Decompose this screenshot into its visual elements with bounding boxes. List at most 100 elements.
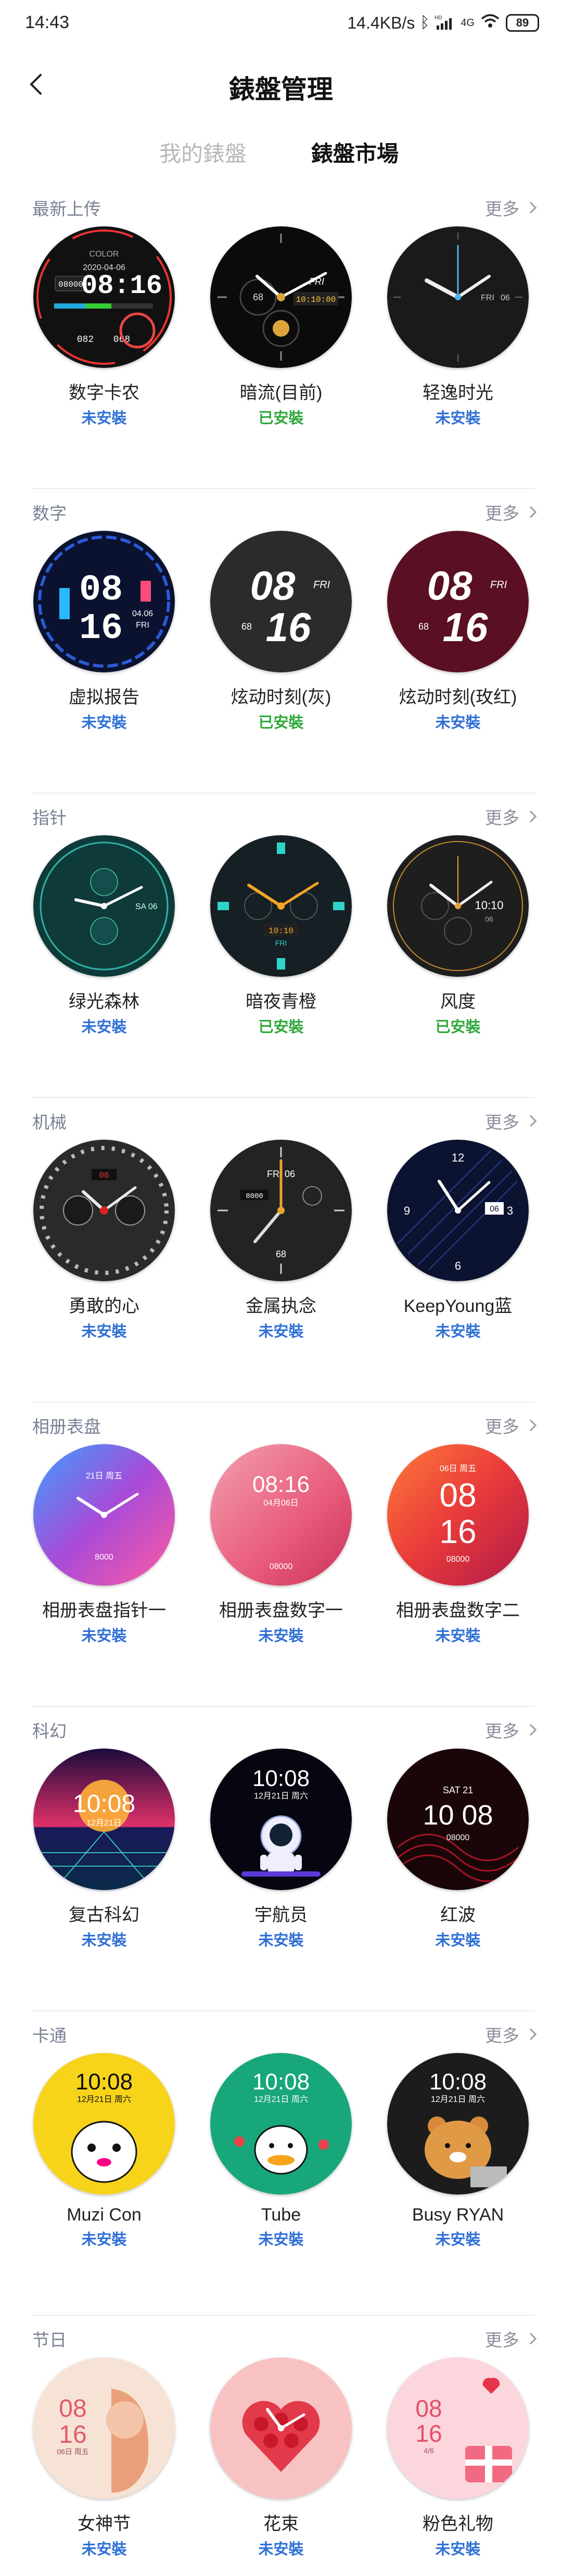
section-title: 科幻 [32, 1721, 67, 1741]
watchface-preview [210, 2357, 352, 2499]
svg-text:68: 68 [241, 621, 252, 632]
watchface-card[interactable]: 06日 周五 08 16 08000 相册表盘数字二 未安裝 [380, 1444, 536, 1646]
divider [32, 2010, 535, 2011]
watchface-card[interactable]: 68 FRI 10:10:00 暗流(目前) 已安裝 [203, 226, 359, 428]
tab-face-market[interactable]: 錶盤市場 [311, 136, 399, 168]
watchface-name: 暗流(目前) [239, 383, 323, 403]
watchface-card[interactable]: FRI 06 轻逸时光 未安裝 [380, 226, 536, 428]
section-photo: 相册表盘 更多 21日 周五 8000 相册表盘指针一 未安裝 08:16 04… [0, 1408, 562, 1707]
more-label: 更多 [485, 504, 519, 523]
bluetooth-icon: ᛒ [420, 14, 430, 31]
watchface-preview: 06 [33, 1140, 175, 1281]
watchface-name: KeepYoung蓝 [403, 1296, 513, 1316]
watchface-name: 数字卡农 [69, 383, 139, 403]
svg-text:10:10: 10:10 [269, 926, 293, 936]
more-link[interactable]: 更多 [485, 1413, 537, 1438]
watchface-name: 风度 [440, 992, 476, 1012]
install-status: 未安裝 [81, 1628, 127, 1644]
watchface-card[interactable]: 08 16 4/6 粉色礼物 未安裝 [380, 2357, 536, 2559]
watchface-preview: 08 16 FRI 68 [387, 531, 529, 672]
watchface-card[interactable]: 10:08 12月21日 周六 Tube 未安裝 [203, 2053, 359, 2249]
wifi-icon [480, 12, 501, 33]
watchface-card[interactable]: 21日 周五 8000 相册表盘指针一 未安裝 [26, 1444, 182, 1646]
network-speed: 14.4KB/s [347, 13, 415, 32]
more-label: 更多 [485, 1113, 519, 1132]
install-status: 未安裝 [258, 1628, 304, 1644]
section-title: 数字 [32, 504, 67, 523]
watchface-name: 金属执念 [246, 1296, 316, 1316]
watchface-preview: 21日 周五 8000 [33, 1444, 175, 1586]
watchface-name: 相册表盘数字一 [219, 1601, 343, 1621]
watchface-card[interactable]: 10:10 06 风度 已安裝 [380, 835, 536, 1037]
watchface-card[interactable]: 08 16 04.06 FRI 虚拟报告 未安裝 [26, 531, 182, 732]
svg-text:FRI: FRI [481, 294, 494, 302]
watchface-preview: SAT 21 10 08 08000 [387, 1749, 529, 1890]
watchface-card[interactable]: 10:10 FRI 暗夜青橙 已安裝 [203, 835, 359, 1037]
svg-text:12月21日 周六: 12月21日 周六 [254, 1791, 308, 1801]
watchface-preview: 08 16 06日 周五 [33, 2357, 175, 2499]
watchface-card[interactable]: SAT 21 10 08 08000 红波 未安裝 [380, 1749, 536, 1950]
section-title: 相册表盘 [32, 1417, 101, 1436]
watchface-card[interactable]: 08 16 FRI 68 炫动时刻(灰) 已安裝 [203, 531, 359, 732]
tab-my-faces[interactable]: 我的錶盤 [159, 136, 247, 168]
more-link[interactable]: 更多 [485, 1108, 537, 1133]
divider [32, 2315, 535, 2316]
svg-text:10:08: 10:08 [75, 2069, 133, 2095]
watchface-name: 花束 [263, 2514, 299, 2534]
svg-text:16: 16 [266, 604, 311, 650]
watchface-card[interactable]: COLOR 2020-04-06 08000 08:16 082 068 数字卡… [26, 226, 182, 428]
watchface-card[interactable]: 08 16 06日 周五 女神节 未安裝 [26, 2357, 182, 2559]
more-label: 更多 [485, 808, 519, 827]
status-bar: 14:43 14.4KB/s ᛒ HD 4G 89 [0, 0, 562, 46]
watchface-card[interactable]: FRI 06 8000 68 金属执念 未安裝 [203, 1140, 359, 1341]
section-mechanical: 机械 更多 06 勇敢的心 未安裝 FRI 06 8000 68 金属执念 未安… [0, 1103, 562, 1402]
divider [32, 1401, 535, 1402]
watchface-preview: 10:08 12月21日 [33, 1749, 175, 1890]
svg-text:SAT 21: SAT 21 [443, 1785, 473, 1795]
svg-text:16: 16 [415, 2420, 442, 2447]
chevron-right-icon [525, 1724, 537, 1736]
svg-text:08000: 08000 [58, 280, 83, 289]
more-link[interactable]: 更多 [485, 500, 537, 525]
svg-text:06: 06 [485, 915, 493, 923]
install-status: 未安裝 [435, 1323, 481, 1340]
watchface-card[interactable]: 花束 未安裝 [203, 2357, 359, 2559]
install-status: 未安裝 [81, 2541, 127, 2558]
install-status: 未安裝 [258, 2541, 304, 2558]
watchface-card[interactable]: 06 勇敢的心 未安裝 [26, 1140, 182, 1341]
watchface-card[interactable]: 10:08 12月21日 复古科幻 未安裝 [26, 1749, 182, 1950]
install-status: 未安裝 [258, 1932, 304, 1949]
svg-text:68: 68 [253, 292, 263, 302]
watchface-name: 粉色礼物 [423, 2514, 493, 2534]
svg-text:HD: HD [435, 15, 442, 21]
svg-text:06日 周五: 06日 周五 [440, 1464, 476, 1473]
svg-text:08:16: 08:16 [252, 1472, 310, 1497]
watchface-card[interactable]: 10:08 12月21日 周六 宇航员 未安裝 [203, 1749, 359, 1950]
svg-text:10:10:00: 10:10:00 [296, 295, 336, 304]
status-icons: 14.4KB/s ᛒ HD 4G 89 [347, 12, 539, 33]
watchface-card[interactable]: 10:08 12月21日 周六 Muzi Con 未安裝 [26, 2053, 182, 2249]
svg-text:08000: 08000 [270, 1562, 293, 1571]
svg-text:9: 9 [404, 1204, 410, 1217]
watchface-preview: 10:08 12月21日 周六 [387, 2053, 529, 2195]
install-status: 未安裝 [435, 1628, 481, 1644]
more-link[interactable]: 更多 [485, 195, 537, 220]
more-link[interactable]: 更多 [485, 2022, 537, 2047]
more-link[interactable]: 更多 [485, 2326, 537, 2351]
more-link[interactable]: 更多 [485, 1717, 537, 1742]
watchface-card[interactable]: 08:16 04月06日 08000 相册表盘数字一 未安裝 [203, 1444, 359, 1646]
section-title: 节日 [32, 2330, 67, 2350]
svg-text:12月21日 周六: 12月21日 周六 [254, 2095, 308, 2104]
svg-text:FRI: FRI [275, 939, 287, 947]
watchface-preview: 10:08 12月21日 周六 [210, 2053, 352, 2195]
chevron-right-icon [525, 201, 537, 214]
more-label: 更多 [485, 1417, 519, 1436]
watchface-card[interactable]: 08 16 FRI 68 炫动时刻(玫红) 未安裝 [380, 531, 536, 732]
watchface-card[interactable]: SA 06 绿光森林 未安裝 [26, 835, 182, 1037]
install-status: 未安裝 [81, 1932, 127, 1949]
watchface-card[interactable]: 10:08 12月21日 周六 Busy RYAN 未安裝 [380, 2053, 536, 2249]
svg-text:10:10: 10:10 [475, 899, 503, 912]
watchface-card[interactable]: 12 3 6 9 06 KeepYoung蓝 未安裝 [380, 1140, 536, 1341]
more-link[interactable]: 更多 [485, 804, 537, 829]
watchface-name: 炫动时刻(灰) [231, 687, 331, 707]
